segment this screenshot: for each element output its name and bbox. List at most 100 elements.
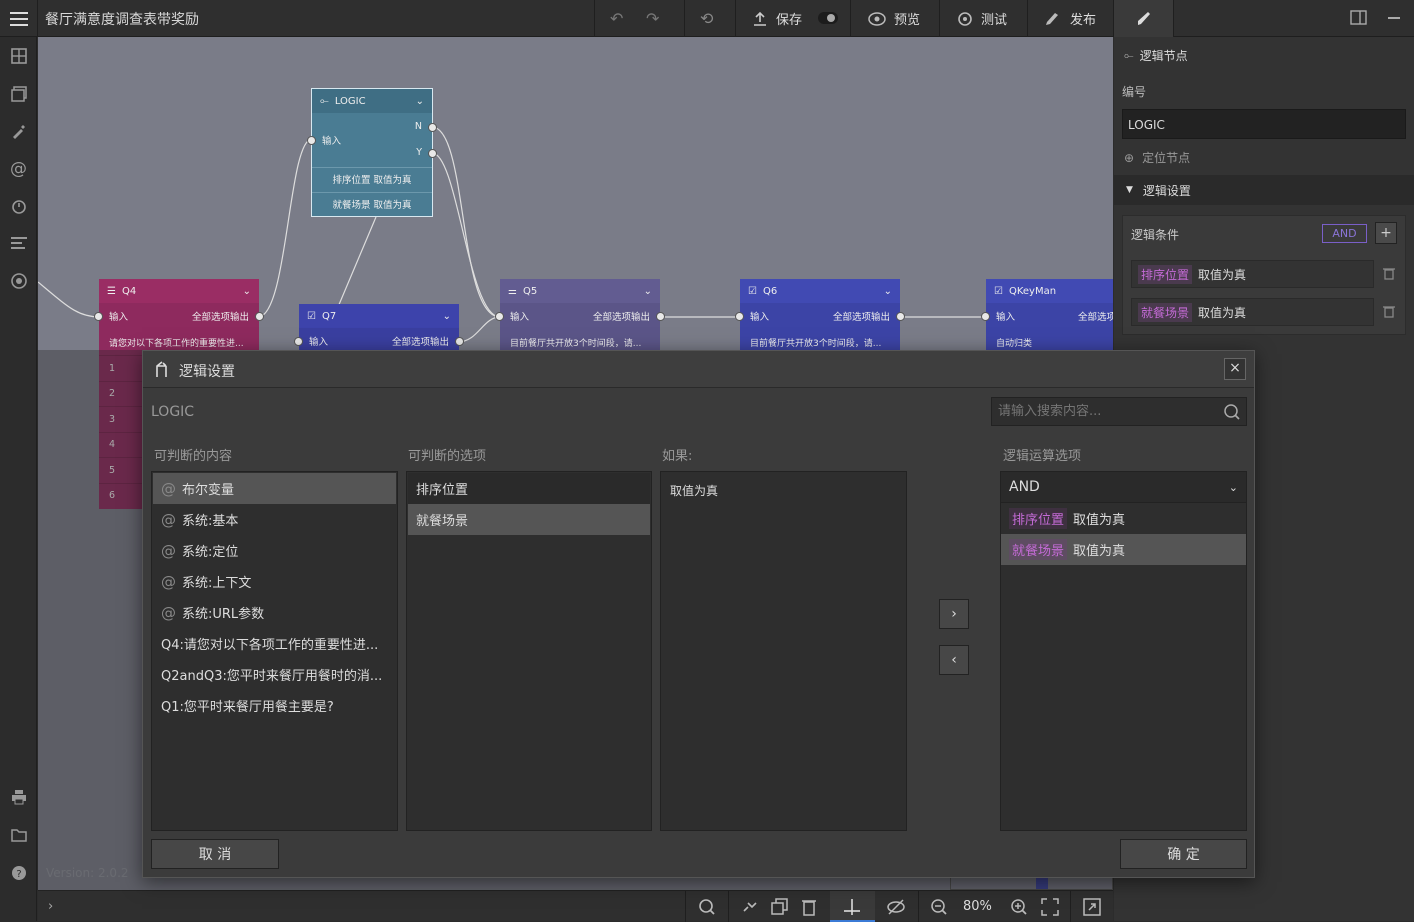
dialog-title: 逻辑设置 [179,364,235,380]
search-icon[interactable] [698,898,716,916]
content-list-item[interactable]: Q4:请您对以下各项工作的重要性进... [153,628,396,659]
q7-input-port[interactable] [294,337,303,346]
chevron-down-icon[interactable]: ⌄ [243,286,251,297]
palette-icon[interactable] [0,267,37,295]
zoom-level: 80% [963,899,992,914]
q6-input-port[interactable] [735,312,744,321]
align-tool-button[interactable] [830,891,875,922]
logic-y-port[interactable] [428,149,437,158]
q6-node[interactable]: ☑ Q6 ⌄ 输入 全部选项输出 目前餐厅共开放3个时间段，请... [735,279,905,359]
q5-output-port[interactable] [656,312,665,321]
content-list-item[interactable]: @ 系统:基本 [153,504,396,535]
link-icon[interactable] [741,898,759,916]
preview-button[interactable]: 预览 [868,0,920,37]
chevron-right-icon[interactable]: › [48,899,53,914]
q5-node[interactable]: ⚌ Q5 ⌄ 输入 全部选项输出 目前餐厅共开放3个时间段，请... [495,279,665,359]
q7-output-port[interactable] [455,337,464,346]
minimize-icon[interactable] [1388,17,1400,19]
trash-icon[interactable] [801,898,817,916]
expand-icon[interactable] [1083,898,1101,916]
condition-row[interactable]: 排序位置 取值为真 [1131,260,1374,288]
autosave-toggle[interactable] [818,12,838,24]
logic-input-port[interactable] [307,136,316,145]
undo-button[interactable]: ↶ [610,0,623,37]
reset-button[interactable]: ⟲ [700,0,713,37]
add-condition-button[interactable]: + [1375,222,1397,244]
close-button[interactable]: × [1224,358,1246,380]
eyedropper-icon[interactable] [0,117,37,145]
operator-select[interactable]: AND ⌄ [1001,472,1246,503]
save-button[interactable]: 保存 [752,0,802,37]
option-list: 排序位置 就餐场景 [406,471,652,831]
qkeyman-input-port[interactable] [981,312,990,321]
q4-input-port[interactable] [94,312,103,321]
q4-output-port[interactable] [255,312,264,321]
chevron-down-icon[interactable]: ⌄ [884,286,892,297]
at-icon: @ [161,479,176,498]
logic-node-icon: ⟜ [1124,48,1134,62]
search-input[interactable] [992,398,1217,425]
checkbox-icon: ☑ [748,285,757,297]
eye-off-icon[interactable] [886,898,906,916]
logic-settings-dialog: 逻辑设置 × LOGIC 可判断的内容 可判断的选项 如果: 逻辑运算选项 @布… [142,350,1255,878]
text-align-icon[interactable] [0,229,37,257]
duplicate-icon[interactable] [771,898,789,916]
checkbox-icon: ☑ [307,310,316,322]
node-id-input[interactable]: LOGIC [1122,109,1406,139]
trash-icon[interactable] [1383,267,1395,280]
logic-item[interactable]: 排序位置 取值为真 [1001,503,1246,534]
publish-button[interactable]: 发布 [1044,0,1096,37]
chevron-down-icon[interactable]: ⌄ [443,311,451,322]
help-icon[interactable]: ? [0,859,37,887]
if-list: 取值为真 [660,471,907,831]
option-list-item[interactable]: 排序位置 [408,473,650,504]
search-icon[interactable] [1223,403,1241,421]
redo-button[interactable]: ↷ [646,0,659,37]
content-list-item[interactable]: @ 系统:URL参数 [153,597,396,628]
fit-screen-icon[interactable] [1041,898,1059,916]
logic-item[interactable]: 就餐场景 取值为真 [1001,534,1246,565]
content-list-item[interactable]: Q1:您平时来餐厅用餐主要是? [153,690,396,721]
print-icon[interactable] [0,783,37,811]
panel-toggle-icon[interactable] [1350,10,1367,25]
content-list-item[interactable]: @ 布尔变量 [153,473,396,504]
zoom-in-icon[interactable] [1010,898,1028,916]
and-badge[interactable]: AND [1322,224,1367,243]
timer-icon[interactable] [0,192,37,220]
trash-icon[interactable] [1383,305,1395,318]
search-box [991,397,1247,426]
rocket-icon [1044,11,1062,27]
confirm-button[interactable]: 确 定 [1120,839,1247,869]
grid-icon[interactable] [0,42,37,70]
logic-settings-section[interactable]: ▼ 逻辑设置 [1114,175,1414,205]
move-left-button[interactable]: ‹ [939,645,969,675]
folder-icon[interactable] [0,821,37,849]
menu-icon[interactable] [0,0,37,37]
list-icon: ☰ [107,285,116,297]
chevron-down-icon[interactable]: ⌄ [416,96,424,107]
move-right-button[interactable]: › [939,599,969,629]
logic-icon: ⟜ [320,94,329,107]
if-list-item[interactable]: 取值为真 [662,473,905,507]
q5-input-port[interactable] [495,312,504,321]
test-button[interactable]: 测试 [957,0,1007,37]
at-icon[interactable]: @ [0,155,37,183]
q6-output-port[interactable] [896,312,905,321]
cancel-button[interactable]: 取 消 [151,839,279,869]
qkeyman-node[interactable]: ☑ QKeyMan 输入 全部选项 自动归类 [981,279,1113,359]
content-list-item[interactable]: @ 系统:上下文 [153,566,396,597]
locate-node-button[interactable]: ⊕ 定位节点 [1124,149,1190,166]
sliders-icon: ⚌ [508,285,517,297]
content-list-item[interactable]: @ 系统:定位 [153,535,396,566]
eye-icon [868,11,886,27]
option-list-item[interactable]: 就餐场景 [408,504,650,535]
chevron-down-icon[interactable]: ⌄ [644,286,652,297]
condition-row[interactable]: 就餐场景 取值为真 [1131,298,1374,326]
logic-n-port[interactable] [428,123,437,132]
brush-tab[interactable] [1114,0,1173,37]
logic-node[interactable]: ⟜ LOGIC ⌄ 输入 N Y 排序位置 取值为真 就餐场景 取值为真 [307,88,437,217]
content-list-item[interactable]: Q2andQ3:您平时来餐厅用餐时的消... [153,659,396,690]
chevron-down-icon: ⌄ [1228,480,1238,494]
zoom-out-icon[interactable] [930,898,948,916]
gallery-icon[interactable] [0,80,37,108]
